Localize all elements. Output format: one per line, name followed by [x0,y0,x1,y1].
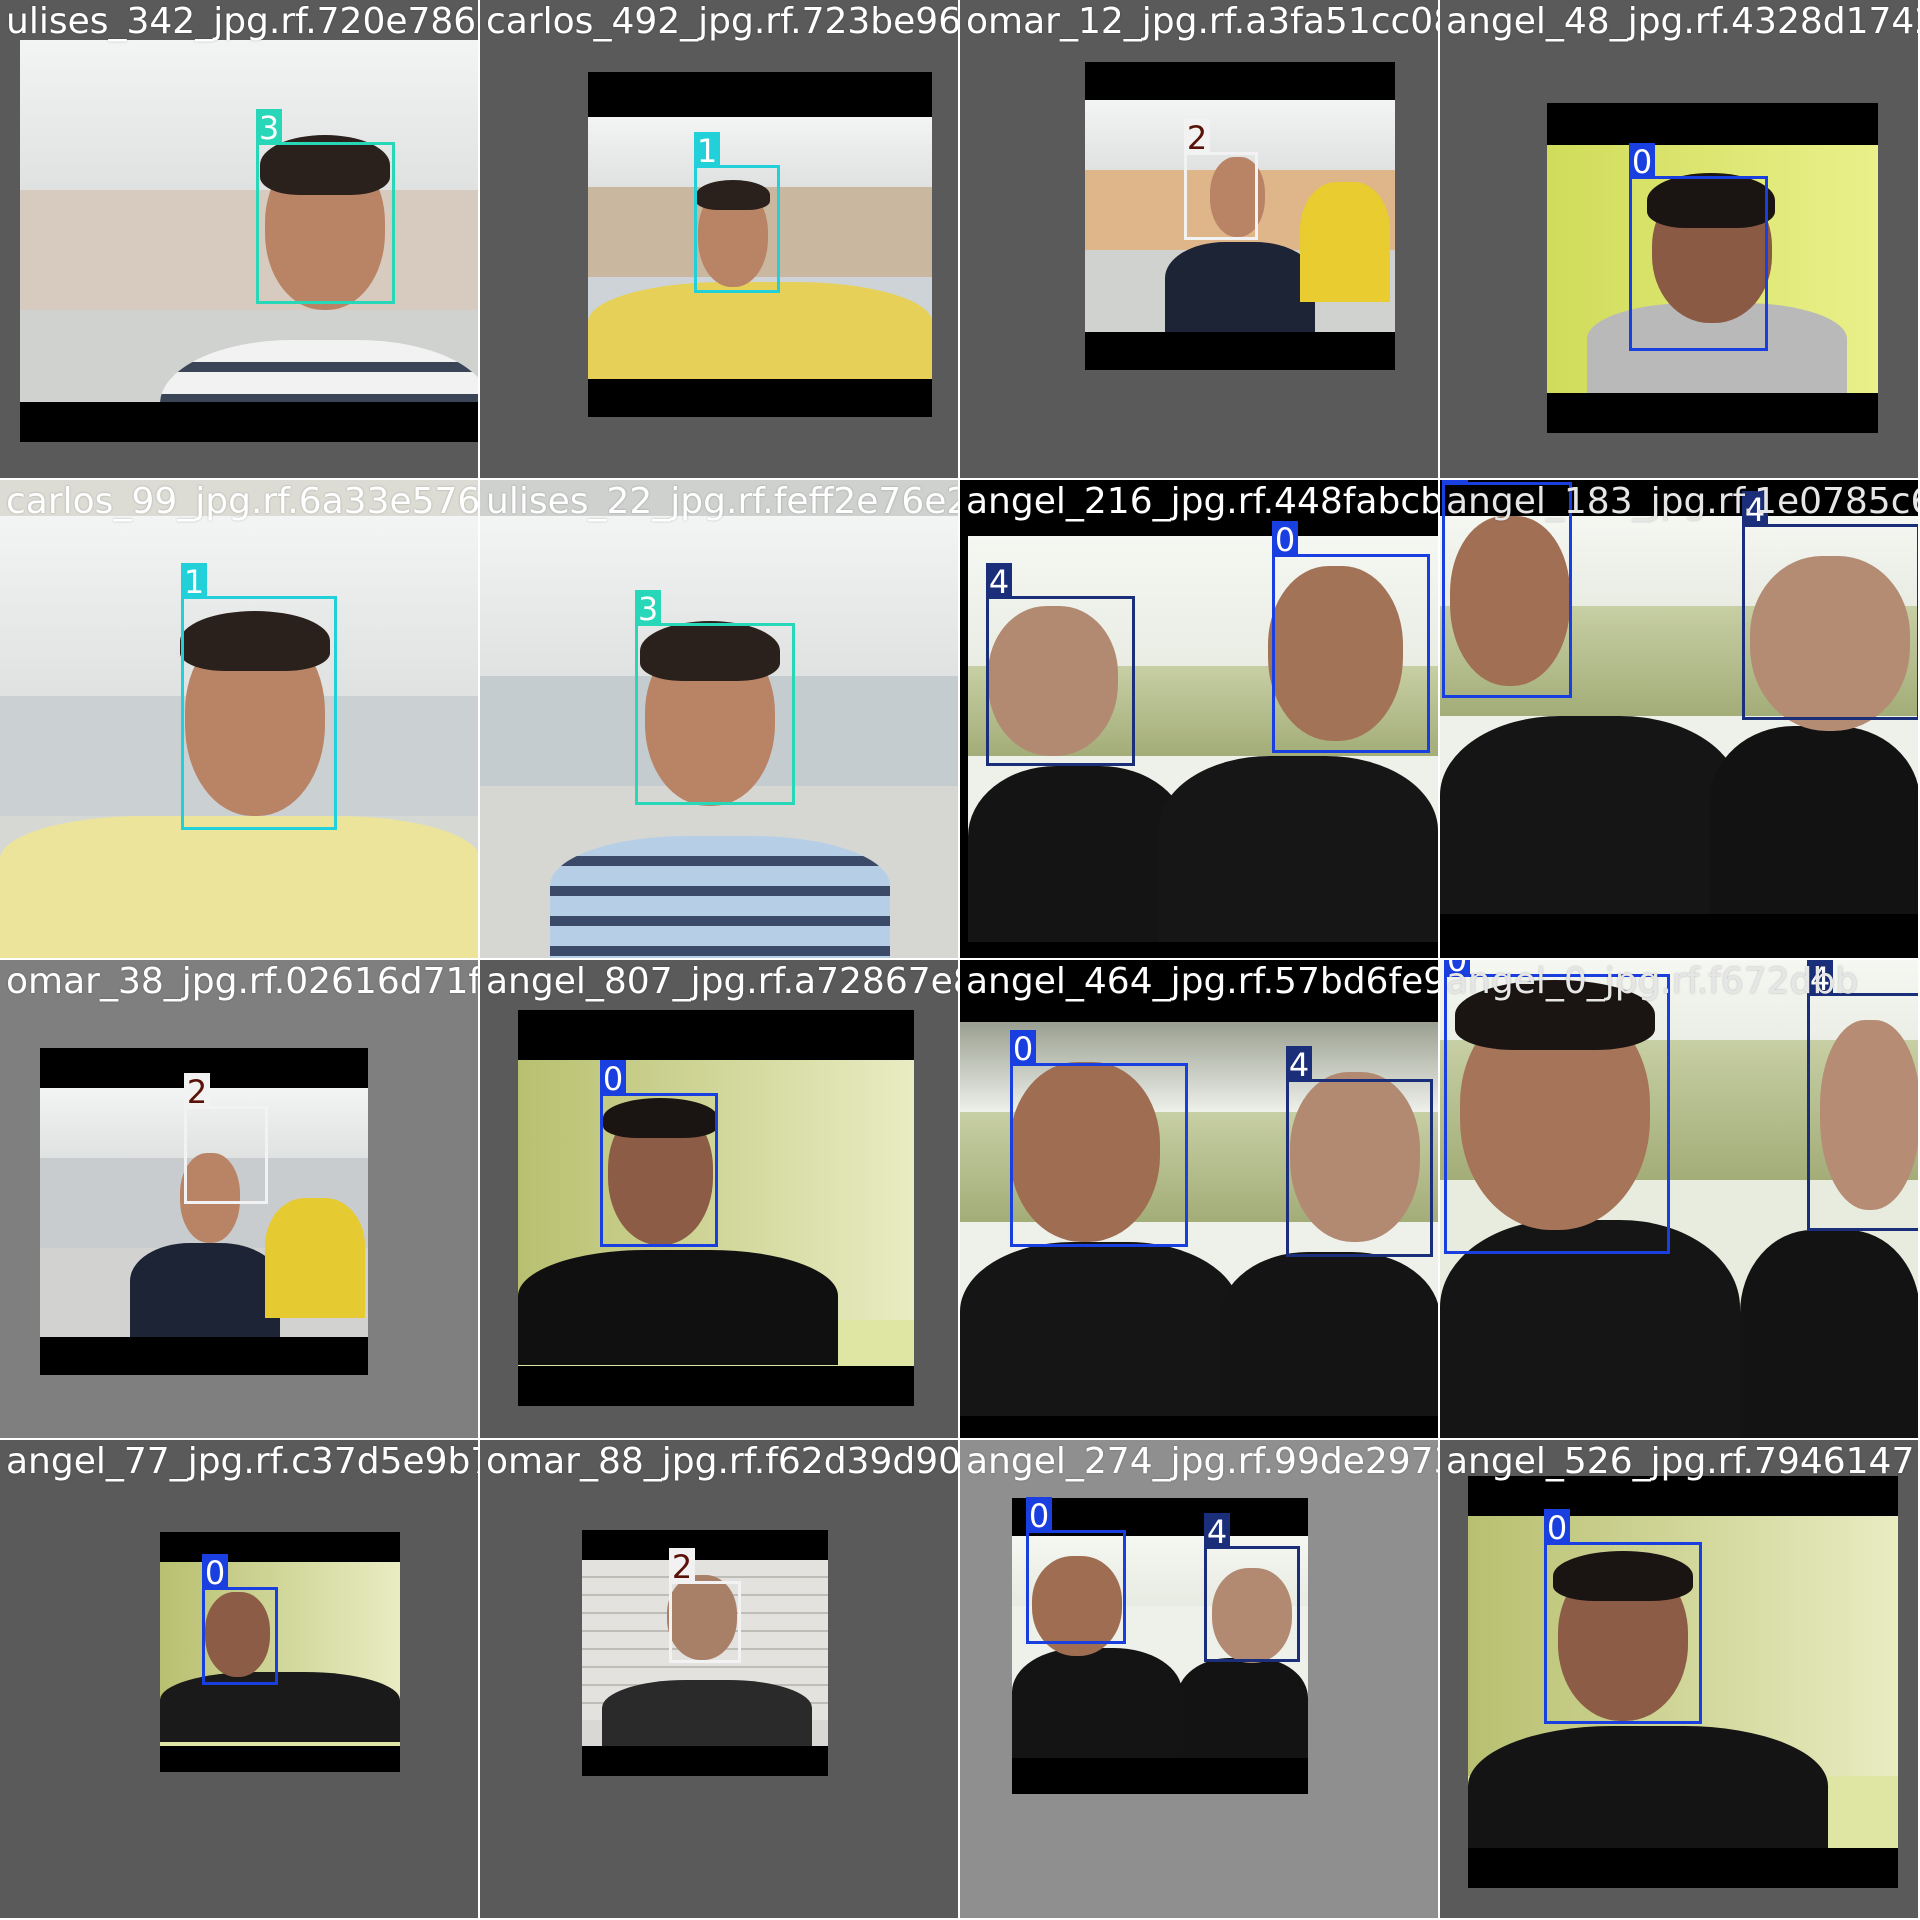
tile-filename: omar_38_jpg.rf.02616d71f3 [6,961,480,1002]
bbox-class-4: 4 [1286,1046,1433,1257]
mosaic-tile: 4 0 angel_216_jpg.rf.448fabcb5 [960,480,1440,960]
bbox-class-0: 0 [1010,1030,1188,1247]
mosaic-tile: 1 carlos_492_jpg.rf.723be964c6031042_jpg… [480,0,960,480]
bbox-class-label: 0 [1026,1497,1052,1535]
tile-filename: omar_88_jpg.rf.f62d39d904 [486,1441,960,1482]
bbox-class-label: 0 [1272,521,1298,559]
mosaic-tile: 3 ulises_22_jpg.rf.feff2e76e2 [480,480,960,960]
bbox-class-label: 4 [1204,1513,1230,1551]
bbox-class-0: 0 [1444,960,1670,1254]
photo-room [160,1532,400,1772]
tile-filename: angel_216_jpg.rf.448fabcb5 [966,481,1440,522]
bbox-class-4: 4 [986,563,1135,766]
tile-filename: angel_526_jpg.rf.7946147162 [1446,1441,1918,1482]
detection-mosaic: 3 ulises_342_jpg.rf.720e786e3eab4ce49209… [0,0,1920,1920]
bbox-class-4: 4 [1807,960,1918,1231]
mosaic-tile: 0 4 angel_464_jpg.rf.57bd6fe907 [960,960,1440,1440]
bbox-class-label: 1 [181,563,207,601]
bbox-class-0: 0 [1272,521,1430,753]
bbox-class-label: 2 [1184,119,1210,157]
bbox-class-4: 4 [1742,491,1918,720]
bbox-class-0: 0 [600,1060,718,1247]
bbox-class-4: 4 [1204,1513,1300,1662]
bbox-class-label: 0 [600,1060,626,1098]
tile-filename: ulises_342_jpg.rf.720e786e3eab4ce49209 [6,1,478,42]
bbox-class-label: 0 [1010,1030,1036,1068]
mosaic-tile: 0 4 angel_274_jpg.rf.99de29738 [960,1440,1440,1920]
bbox-class-label: 4 [986,563,1012,601]
mosaic-tile: 1 carlos_99_jpg.rf.6a33e5763 [0,480,480,960]
bbox-class-0: 0 [1026,1497,1126,1644]
tile-filename: angel_274_jpg.rf.99de29738 [966,1441,1440,1482]
mosaic-tile: 0 angel_48_jpg.rf.4328d1742af791 [1440,0,1920,480]
tile-filename: carlos_492_jpg.rf.723be964c6031042_jpg.r… [486,1,960,42]
bbox-class-label: 2 [184,1073,210,1111]
photo-office [20,40,478,442]
bbox-class-label: 0 [202,1554,228,1592]
bbox-class-2: 2 [184,1073,268,1204]
tile-filename: omar_12_jpg.rf.a3fa51cc082b721_41_jpg.rf [966,1,1438,42]
tile-filename: carlos_99_jpg.rf.6a33e5763 [6,481,480,522]
bbox-class-3: 3 [256,109,395,304]
tile-filename: angel_807_jpg.rf.a72867e840 [486,961,958,1002]
bbox-class-1: 1 [694,132,780,293]
mosaic-tile: 0 angel_77_jpg.rf.c37d5e9b72 [0,1440,480,1920]
mosaic-tile: 2 omar_38_jpg.rf.02616d71f3 [0,960,480,1440]
mosaic-tile: 0 4 angel_0_jpg.rf.f672dbb [1440,960,1920,1440]
mosaic-tile: 2 omar_12_jpg.rf.a3fa51cc082b721_41_jpg.… [960,0,1440,480]
bbox-class-label: 2 [669,1548,695,1586]
bbox-class-label: 3 [256,109,282,147]
bbox-class-label: 4 [1286,1046,1312,1084]
bbox-class-label: 3 [635,590,661,628]
bbox-class-1: 1 [181,563,337,830]
mosaic-tile: 3 ulises_342_jpg.rf.720e786e3eab4ce49209 [0,0,480,480]
tile-filename: angel_48_jpg.rf.4328d1742af791 [1446,1,1918,42]
mosaic-tile: 0 angel_526_jpg.rf.7946147162 [1440,1440,1920,1920]
bbox-class-3: 3 [635,590,795,805]
bbox-class-label: 0 [1544,1509,1570,1547]
bbox-class-2: 2 [669,1548,741,1663]
tile-filename: angel_77_jpg.rf.c37d5e9b72 [6,1441,480,1482]
tile-filename: angel_464_jpg.rf.57bd6fe907 [966,961,1440,1002]
tile-filename: angel_0_jpg.rf.f672dbb [1446,961,1859,1002]
bbox-class-label: 1 [694,132,720,170]
mosaic-tile: 2 omar_88_jpg.rf.f62d39d904 [480,1440,960,1920]
bbox-class-2: 2 [1184,119,1258,240]
bbox-class-label: 0 [1629,143,1655,181]
mosaic-tile: 0 4 angel_183_jpg.rf.1e0785c6 [1440,480,1920,960]
tile-filename: ulises_22_jpg.rf.feff2e76e2 [486,481,960,522]
bbox-class-0: 0 [202,1554,278,1685]
mosaic-tile: 0 angel_807_jpg.rf.a72867e840 [480,960,960,1440]
tile-filename: angel_183_jpg.rf.1e0785c6 [1446,481,1920,522]
bbox-class-0: 0 [1629,143,1768,351]
bbox-class-0: 0 [1544,1509,1702,1724]
